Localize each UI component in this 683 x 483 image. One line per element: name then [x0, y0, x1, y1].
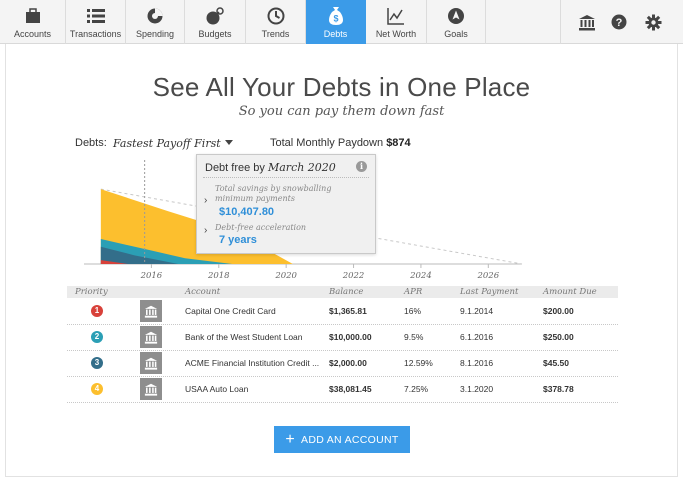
amount-due-value: $250.00	[543, 332, 574, 342]
net-worth-icon	[366, 6, 426, 26]
chevron-right-icon: ›	[204, 225, 208, 236]
tab-spending[interactable]: Spending	[126, 0, 185, 44]
bank-icon	[140, 378, 162, 400]
col-priority: Priority	[75, 287, 108, 297]
page-subtitle: So you can pay them down fast	[238, 104, 445, 119]
top-nav: Accounts Transactions Spending Budgets T…	[0, 0, 683, 44]
balance-value: $1,365.81	[329, 306, 367, 316]
chevron-right-icon: ›	[204, 195, 208, 206]
monthly-paydown: Total Monthly Paydown $874	[270, 137, 411, 149]
savings-value: $10,407.80	[219, 206, 275, 218]
debts-table-header: Priority Account Balance APR Last Paymen…	[67, 286, 618, 298]
apr-value: 12.59%	[404, 358, 433, 368]
x-tick-label: 2022	[342, 271, 365, 281]
tab-label: Accounts	[13, 29, 52, 39]
gear-icon[interactable]	[636, 0, 670, 44]
page-title: See All Your Debts in One Place	[152, 72, 531, 102]
tab-label: Trends	[261, 29, 290, 39]
add-account-button[interactable]: + ADD AN ACCOUNT	[274, 426, 410, 453]
col-apr: APR	[404, 287, 423, 297]
col-amount-due: Amount Due	[543, 287, 597, 297]
tab-label: Budgets	[198, 29, 232, 39]
chevron-down-icon[interactable]	[225, 140, 233, 145]
account-name[interactable]: ACME Financial Institution Credit ...	[185, 358, 319, 368]
add-account-label: ADD AN ACCOUNT	[301, 433, 399, 446]
x-tick-label: 2024	[409, 271, 432, 281]
balance-value: $10,000.00	[329, 332, 372, 342]
debts-label: Debts:	[75, 137, 107, 149]
x-tick-label: 2016	[140, 271, 163, 281]
table-row[interactable]: 4 USAA Auto Loan $38,081.45 7.25% 3.1.2020 $3…	[67, 377, 618, 403]
amount-due-value: $200.00	[543, 306, 574, 316]
spending-icon	[126, 6, 184, 26]
info-icon[interactable]: i	[356, 161, 367, 172]
debts-icon: $	[306, 6, 365, 26]
priority-badge: 2	[91, 331, 103, 343]
acceleration-note: Debt-free acceleration	[215, 223, 307, 232]
tooltip-divider	[203, 177, 369, 178]
paydown-label: Total Monthly Paydown	[270, 137, 384, 149]
last-payment-value: 9.1.2014	[460, 306, 494, 316]
tab-net-worth[interactable]: Net Worth	[366, 0, 427, 44]
amount-due-value: $45.50	[543, 358, 569, 368]
priority-badge: 4	[91, 383, 103, 395]
tab-label: Spending	[135, 29, 175, 39]
col-last-payment: Last Payment	[460, 287, 519, 297]
amount-due-value: $378.78	[543, 384, 574, 394]
tab-accounts[interactable]: Accounts	[0, 0, 66, 44]
sort-order-dropdown[interactable]: Fastest Payoff First	[113, 137, 221, 150]
paydown-value: $874	[386, 137, 411, 149]
goals-icon	[427, 6, 485, 26]
last-payment-value: 8.1.2016	[460, 358, 494, 368]
col-account: Account	[185, 287, 221, 297]
plus-icon: +	[285, 430, 296, 448]
x-tick-label: 2026	[476, 271, 499, 281]
account-name[interactable]: USAA Auto Loan	[185, 384, 248, 394]
debt-free-date: March 2020	[267, 161, 336, 174]
svg-text:$: $	[333, 14, 338, 24]
balance-value: $2,000.00	[329, 358, 367, 368]
apr-value: 16%	[404, 306, 422, 316]
accounts-icon	[0, 6, 65, 26]
table-row[interactable]: 2 Bank of the West Student Loan $10,000.00…	[67, 325, 618, 351]
tab-transactions[interactable]: Transactions	[66, 0, 126, 44]
balance-value: $38,081.45	[329, 384, 372, 394]
tab-label: Transactions	[69, 29, 122, 39]
x-tick-label: 2018	[207, 271, 230, 281]
budgets-icon	[185, 6, 245, 26]
trends-icon	[246, 6, 305, 26]
x-tick-label: 2020	[274, 271, 297, 281]
acceleration-value: 7 years	[219, 234, 257, 246]
account-name[interactable]: Bank of the West Student Loan	[185, 332, 303, 342]
tab-label: Goals	[444, 29, 468, 39]
table-row[interactable]: 1 Capital One Credit Card $1,365.81 16% 9.1.…	[67, 299, 618, 325]
svg-text:?: ?	[616, 17, 623, 29]
bank-icon[interactable]	[570, 0, 604, 44]
apr-value: 9.5%	[404, 332, 424, 342]
tab-budgets[interactable]: Budgets	[185, 0, 246, 44]
help-icon[interactable]: ?	[602, 0, 636, 44]
tab-label: Net Worth	[375, 29, 417, 39]
priority-badge: 3	[91, 357, 103, 369]
tooltip-heading-prefix: Debt free by	[205, 162, 265, 174]
tab-goals[interactable]: Goals	[427, 0, 486, 44]
bank-icon	[140, 326, 162, 348]
tab-trends[interactable]: Trends	[246, 0, 306, 44]
apr-value: 7.25%	[404, 384, 429, 394]
bank-icon	[140, 300, 162, 322]
savings-note: Total savings by snowballing minimum pay…	[215, 184, 332, 203]
col-balance: Balance	[329, 287, 364, 297]
bank-icon	[140, 352, 162, 374]
transactions-icon	[66, 6, 125, 26]
account-name[interactable]: Capital One Credit Card	[185, 306, 276, 316]
priority-badge: 1	[91, 305, 103, 317]
nav-divider	[560, 0, 561, 44]
last-payment-value: 6.1.2016	[460, 332, 494, 342]
tab-debts[interactable]: $ Debts	[306, 0, 366, 44]
last-payment-value: 3.1.2020	[460, 384, 494, 394]
debt-free-tooltip: Debt free by March 2020 i Total savings …	[196, 154, 376, 254]
table-row[interactable]: 3 ACME Financial Institution Credit ... $2…	[67, 351, 618, 377]
tab-label: Debts	[323, 29, 348, 39]
tooltip-heading: Debt free by March 2020	[205, 161, 336, 174]
